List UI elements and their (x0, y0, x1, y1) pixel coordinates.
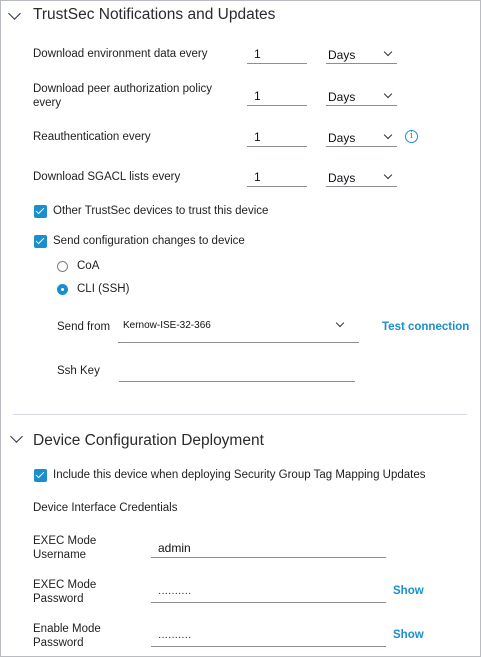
section-title-trustsec: TrustSec Notifications and Updates (33, 6, 276, 23)
exec-password-input[interactable]: ·········· (151, 585, 386, 603)
chevron-down-icon (383, 47, 393, 57)
chevron-down-icon (383, 89, 393, 99)
chevron-down-icon (383, 130, 393, 140)
reauth-label: Reauthentication every (33, 131, 151, 143)
coa-label: CoA (77, 260, 100, 272)
download-env-unit-value: Days (328, 48, 356, 62)
include-device-label: Include this device when deploying Secur… (53, 469, 426, 481)
send-config-label: Send configuration changes to device (53, 235, 245, 247)
download-sgacl-unit-value: Days (328, 171, 356, 185)
exec-username-label: EXEC Mode Username (33, 535, 97, 561)
chevron-down-icon (335, 318, 345, 328)
download-env-label: Download environment data every (33, 48, 208, 60)
send-from-value: Kernow-ISE-32-366 (123, 320, 211, 331)
download-sgacl-input[interactable]: 1 (247, 169, 307, 187)
credentials-heading: Device Interface Credentials (33, 502, 178, 514)
exec-username-input[interactable]: admin (151, 540, 386, 558)
coa-radio[interactable] (57, 261, 68, 272)
cli-ssh-label: CLI (SSH) (77, 283, 130, 295)
download-env-unit-select[interactable]: Days (326, 46, 397, 64)
exec-password-show-link[interactable]: Show (393, 585, 424, 597)
test-connection-link[interactable]: Test connection (382, 321, 469, 333)
download-peer-unit-select[interactable]: Days (326, 88, 397, 106)
enable-password-label: Enable Mode Password (33, 623, 101, 649)
trust-device-label: Other TrustSec devices to trust this dev… (53, 205, 269, 217)
ssh-key-input[interactable] (119, 364, 355, 382)
info-icon[interactable]: i (405, 130, 418, 143)
reauth-unit-select[interactable]: Days (326, 129, 397, 147)
send-config-checkbox[interactable] (34, 235, 47, 248)
section-divider (13, 414, 467, 415)
exec-password-label: EXEC Mode Password (33, 579, 97, 605)
section-title-deployment: Device Configuration Deployment (33, 432, 264, 449)
trust-device-checkbox[interactable] (34, 205, 47, 218)
reauth-unit-value: Days (328, 131, 356, 145)
download-env-input[interactable]: 1 (247, 46, 307, 64)
include-device-checkbox[interactable] (34, 469, 47, 482)
download-peer-input[interactable]: 1 (247, 88, 307, 106)
chevron-down-icon (383, 170, 393, 180)
send-from-select[interactable]: Kernow-ISE-32-366 (118, 318, 359, 343)
download-peer-unit-value: Days (328, 90, 356, 104)
reauth-input[interactable]: 1 (247, 129, 307, 147)
enable-password-input[interactable]: ·········· (151, 629, 386, 647)
enable-password-show-link[interactable]: Show (393, 629, 424, 641)
download-peer-label: Download peer authorization policy every (33, 83, 212, 109)
download-sgacl-unit-select[interactable]: Days (326, 169, 397, 187)
ssh-key-label: Ssh Key (57, 365, 100, 377)
cli-ssh-radio[interactable] (57, 284, 68, 295)
download-sgacl-label: Download SGACL lists every (33, 171, 181, 183)
send-from-label: Send from (57, 321, 111, 333)
